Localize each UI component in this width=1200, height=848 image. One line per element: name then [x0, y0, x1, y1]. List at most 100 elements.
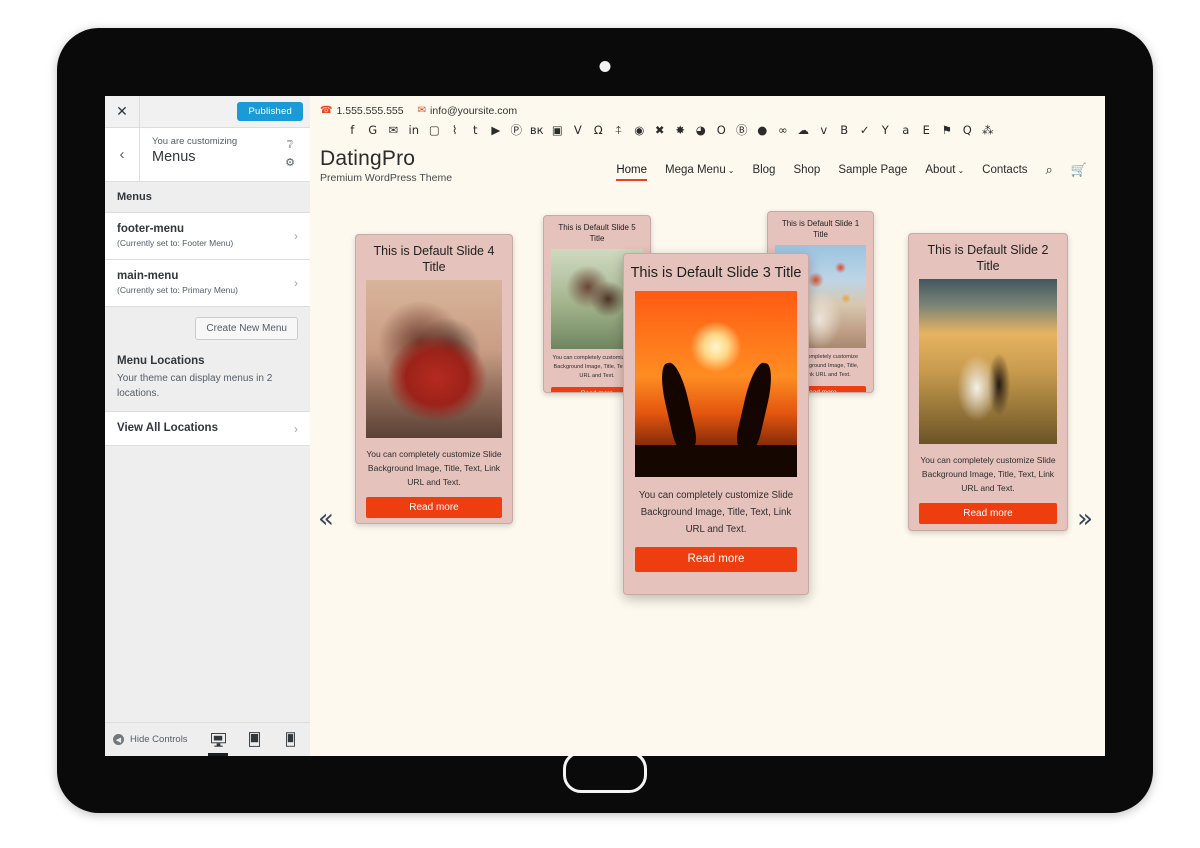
menu-item-footer-menu[interactable]: footer-menu (Currently set to: Footer Me…: [105, 213, 310, 260]
slide-title: This is Default Slide 2 Title: [927, 243, 1049, 273]
vimeo-icon[interactable]: v: [814, 122, 835, 138]
nav-item-contacts[interactable]: Contacts: [982, 164, 1027, 181]
help-icon[interactable]: ❔︎: [287, 140, 294, 151]
cart-icon[interactable]: 🛒: [1071, 162, 1087, 183]
customizer-header-text: You are customizing Menus: [140, 128, 276, 181]
opencart-icon[interactable]: ●: [752, 122, 773, 138]
xing-icon[interactable]: ✖: [650, 122, 671, 138]
site-preview: ☎ 1.555.555.555 ✉ info@yoursite.com f G ✉ i…: [310, 96, 1105, 756]
envato-icon[interactable]: E: [916, 122, 937, 138]
snowflake-icon[interactable]: ✸: [670, 122, 691, 138]
hide-controls-label: Hide Controls: [130, 734, 188, 745]
slide-read-more-button[interactable]: Read more: [635, 547, 797, 572]
instagram-icon[interactable]: ▢: [424, 122, 445, 138]
desktop-icon: [210, 732, 226, 747]
slider-next-arrow[interactable]: »: [1077, 506, 1093, 532]
slide-card[interactable]: This is Default Slide 4 Title You can co…: [355, 234, 513, 524]
view-all-locations-label: View All Locations: [117, 422, 218, 434]
hero-slider: « » This is Default Slide 4 Title You ca…: [310, 206, 1105, 756]
odnoklassniki-icon[interactable]: O: [711, 122, 732, 138]
vine-icon[interactable]: V: [568, 122, 589, 138]
customizer-footer: ◀ Hide Controls: [105, 722, 310, 756]
untappd-icon[interactable]: ⍏: [609, 122, 630, 138]
menu-item-main-menu[interactable]: main-menu (Currently set to: Primary Men…: [105, 260, 310, 307]
menu-locations-description: Your theme can display menus in 2 locati…: [117, 373, 273, 399]
dribbble-icon[interactable]: ◉: [629, 122, 650, 138]
device-home-button[interactable]: [563, 751, 647, 793]
nav-item-label: About: [925, 164, 956, 176]
slide-image-foreground: [635, 445, 797, 477]
quora-icon[interactable]: Q: [957, 122, 978, 138]
pinterest-icon[interactable]: Ⓟ: [506, 122, 527, 138]
amazon-icon[interactable]: a: [896, 122, 917, 138]
gear-icon[interactable]: ⚙: [285, 158, 295, 169]
nav-item-label: Mega Menu: [665, 164, 726, 176]
hide-controls-button[interactable]: ◀ Hide Controls: [113, 734, 188, 745]
cloud-icon[interactable]: ☁: [793, 122, 814, 138]
tumblr-icon[interactable]: t: [465, 122, 486, 138]
slide-card[interactable]: This is Default Slide 2 Title You can co…: [908, 233, 1068, 531]
close-icon[interactable]: ✕: [105, 96, 140, 127]
500px-icon[interactable]: ∞: [773, 122, 794, 138]
preview-mobile-button[interactable]: [278, 723, 302, 756]
twitter-icon[interactable]: ✉: [383, 122, 404, 138]
menu-item-info: footer-menu (Currently set to: Footer Me…: [117, 222, 294, 250]
chevron-right-icon: ›: [294, 276, 298, 290]
preview-tablet-button[interactable]: [242, 723, 266, 756]
vk-icon[interactable]: вк: [527, 122, 548, 138]
create-new-menu-button[interactable]: Create New Menu: [195, 317, 298, 340]
menu-locations-block: Menu Locations Your theme can display me…: [105, 350, 310, 411]
collapse-icon: ◀: [113, 734, 124, 745]
site-branding[interactable]: DatingPro Premium WordPress Theme: [320, 146, 452, 186]
slide-text: You can completely customize Slide Backg…: [366, 449, 502, 487]
nav-item-sample-page[interactable]: Sample Page: [838, 164, 907, 181]
phone-contact[interactable]: ☎ 1.555.555.555: [320, 105, 404, 117]
slider-prev-arrow[interactable]: «: [318, 506, 334, 532]
customizer-header: ‹ You are customizing Menus ❔︎ ⚙: [105, 128, 310, 182]
linkedin-icon[interactable]: in: [404, 122, 425, 138]
slide-card-active[interactable]: This is Default Slide 3 Title You can co…: [623, 253, 809, 595]
email-contact[interactable]: ✉ info@yoursite.com: [418, 105, 518, 117]
slide-title: This is Default Slide 1 Title: [781, 219, 860, 239]
meetup-icon[interactable]: ◕: [691, 122, 712, 138]
preview-desktop-button[interactable]: [206, 723, 230, 756]
customizing-eyebrow: You are customizing: [152, 136, 238, 147]
back-chevron-icon[interactable]: ‹: [105, 128, 140, 181]
slide-image: [635, 291, 797, 477]
behance-icon[interactable]: Ⓑ: [732, 122, 753, 138]
social-links-row: f G ✉ in ▢ ⌇ t ▶ Ⓟвк ▣ V Ω ⍏ ◉ ✖ ✸ ◕ O Ⓑ ● ∞ ☁ v Β ✓ Ya E ⚑ Q ⁂: [320, 117, 1105, 138]
email-address: info@yoursite.com: [430, 105, 518, 117]
site-tagline: Premium WordPress Theme: [320, 172, 453, 184]
nav-item-label: Sample Page: [838, 164, 908, 176]
nav-item-blog[interactable]: Blog: [752, 164, 775, 181]
chevron-right-icon: ›: [294, 421, 298, 436]
nav-item-shop[interactable]: Shop: [793, 164, 820, 181]
nav-item-home[interactable]: Home: [616, 164, 647, 181]
yelp-icon[interactable]: ✓: [855, 122, 876, 138]
site-header: DatingPro Premium WordPress Theme Home Me…: [310, 140, 1105, 194]
foursquare-icon[interactable]: ⚑: [937, 122, 958, 138]
slide-title: This is Default Slide 5 Title: [558, 223, 636, 243]
yahoo-icon[interactable]: Y: [875, 122, 896, 138]
google-plus-icon[interactable]: G: [363, 122, 384, 138]
flipboard-icon[interactable]: ▣: [547, 122, 568, 138]
slide-read-more-button[interactable]: Read more: [366, 497, 502, 518]
view-all-locations-row[interactable]: View All Locations ›: [105, 411, 310, 446]
facebook-icon[interactable]: f: [342, 122, 363, 138]
rss-icon[interactable]: ⌇: [445, 122, 466, 138]
github-icon[interactable]: Ω: [588, 122, 609, 138]
slide-image: [366, 280, 502, 438]
chevron-right-icon: ›: [294, 229, 298, 243]
publish-button[interactable]: Published: [237, 102, 303, 121]
blogger-icon[interactable]: Β: [834, 122, 855, 138]
slide-image: [919, 279, 1057, 444]
youtube-icon[interactable]: ▶: [486, 122, 507, 138]
nav-item-mega-menu[interactable]: Mega Menu ⌄: [665, 164, 734, 181]
wikipedia-icon[interactable]: ⁂: [978, 122, 999, 138]
nav-item-about[interactable]: About ⌄: [925, 164, 964, 181]
slide-read-more-button[interactable]: Read more: [919, 503, 1057, 524]
search-icon[interactable]: ⌕: [1046, 162, 1053, 183]
nav-item-label: Home: [616, 164, 647, 176]
device-camera: [599, 61, 611, 72]
menus-section-label: Menus: [105, 182, 310, 213]
